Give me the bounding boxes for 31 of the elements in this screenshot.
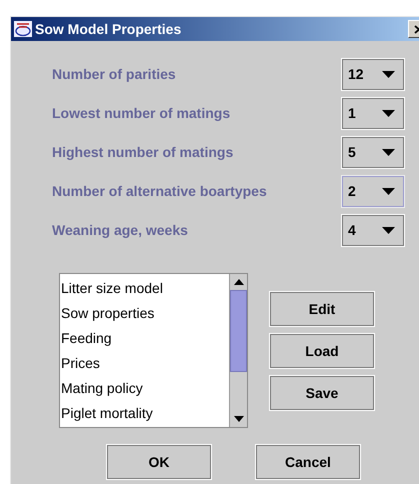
setting-label: Lowest number of matings — [52, 104, 230, 123]
window-title: Sow Model Properties — [35, 20, 182, 39]
list-item[interactable]: Feeding — [61, 326, 229, 351]
setting-label: Highest number of matings — [52, 142, 234, 162]
dropdown-arrow-icon — [382, 70, 395, 78]
dialog-button[interactable]: OK — [107, 445, 211, 479]
dialog-button[interactable]: Cancel — [256, 445, 360, 479]
setting-label: Number of parities — [52, 64, 176, 84]
value-dropdown[interactable]: 2 — [342, 176, 404, 206]
dropdown-arrow-icon — [382, 188, 395, 194]
scroll-thumb[interactable] — [230, 290, 247, 372]
scroll-up-icon[interactable] — [234, 279, 244, 285]
setting-label: Number of alternative boartypes — [52, 182, 267, 201]
dropdown-arrow-icon — [382, 226, 395, 234]
list-item[interactable]: Piglet mortality — [61, 401, 229, 426]
list-item[interactable]: Litter size model — [61, 276, 229, 301]
action-button[interactable]: Save — [270, 376, 374, 410]
action-button[interactable]: Edit — [270, 292, 374, 326]
value-dropdown[interactable]: 1 — [342, 98, 404, 128]
value-dropdown[interactable]: 12 — [342, 58, 404, 90]
dropdown-arrow-icon — [382, 148, 395, 156]
list-item[interactable]: Prices — [61, 351, 229, 376]
list-item[interactable]: Mating policy — [61, 376, 229, 401]
value-dropdown[interactable]: 4 — [342, 214, 404, 246]
action-button[interactable]: Load — [270, 334, 374, 368]
scrollbar[interactable] — [229, 274, 247, 427]
scroll-down-icon[interactable] — [234, 416, 244, 422]
list-item[interactable]: Sow properties — [61, 301, 229, 326]
dropdown-arrow-icon — [382, 110, 395, 116]
value-dropdown[interactable]: 5 — [342, 136, 404, 168]
setting-label: Weaning age, weeks — [52, 220, 188, 240]
